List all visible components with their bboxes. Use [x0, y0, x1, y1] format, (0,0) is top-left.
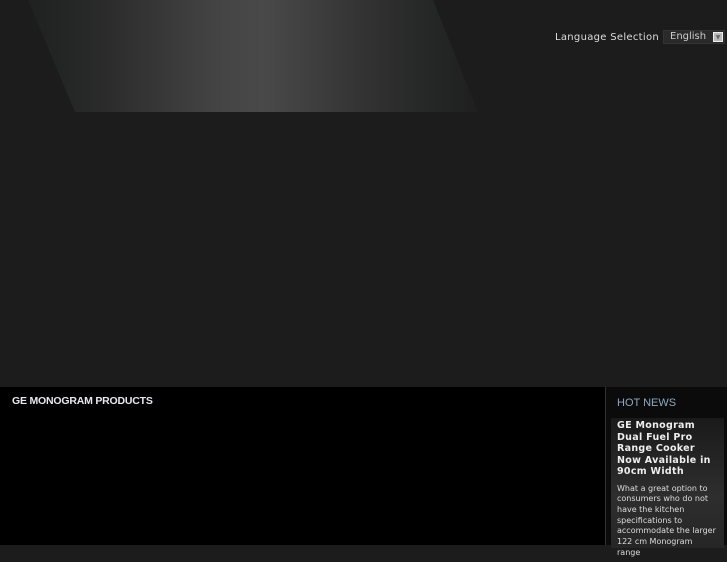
- language-selector: Language Selection English ▼: [555, 30, 725, 44]
- news-summary: What a great option to consumers who do …: [611, 480, 724, 562]
- news-headline[interactable]: GE Monogram Dual Fuel Pro Range Cooker N…: [611, 418, 724, 480]
- language-value: English: [670, 31, 706, 42]
- hot-news-sidebar: HOT NEWS GE Monogram Dual Fuel Pro Range…: [605, 387, 727, 545]
- header: Language Selection English ▼: [0, 0, 727, 387]
- products-section: GE MONOGRAM PRODUCTS: [0, 387, 605, 545]
- hot-news-title: HOT NEWS: [617, 397, 676, 409]
- news-item[interactable]: GE Monogram Dual Fuel Pro Range Cooker N…: [611, 418, 724, 548]
- products-title: GE MONOGRAM PRODUCTS: [12, 395, 153, 407]
- dropdown-arrow-icon[interactable]: ▼: [713, 32, 723, 42]
- header-banner-graphic: [28, 0, 478, 112]
- language-dropdown[interactable]: English ▼: [663, 30, 725, 44]
- language-label: Language Selection: [555, 32, 659, 43]
